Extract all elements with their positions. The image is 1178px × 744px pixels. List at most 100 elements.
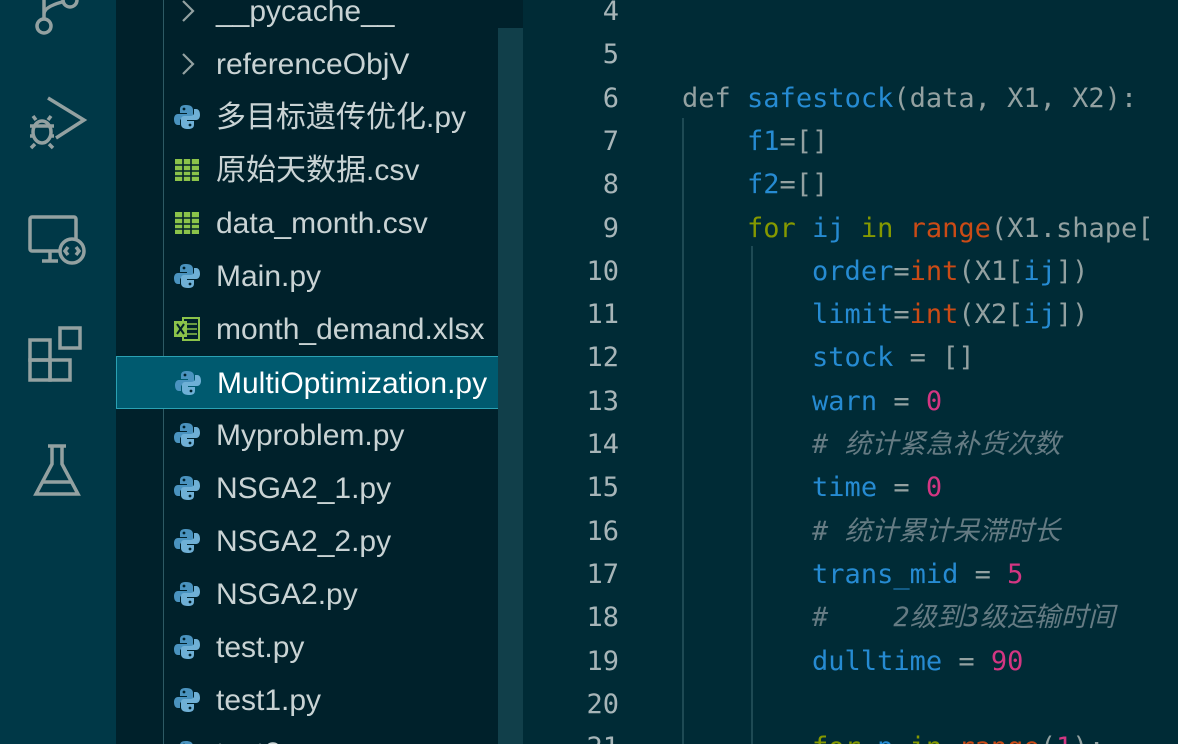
file-label: test.py <box>216 631 305 664</box>
file-label: test1.py <box>216 684 322 717</box>
explorer-scrollbar[interactable] <box>498 28 523 744</box>
folder-item[interactable]: referenceObjV <box>116 38 523 91</box>
file-item[interactable]: month_demand.xlsx <box>116 303 523 356</box>
python-icon <box>173 103 201 131</box>
code-line: 9 for ij in range(X1.shape[ <box>523 207 1178 250</box>
code-editor[interactable]: 4 5 6 def safestock(data, X1, X2): 7 f1=[] 8 … <box>523 0 1178 744</box>
python-icon <box>173 474 201 502</box>
code-line: 6 def safestock(data, X1, X2): <box>523 77 1178 120</box>
file-item[interactable]: NSGA2_2.py <box>116 515 523 568</box>
python-icon <box>173 686 201 714</box>
file-item[interactable]: test1.py <box>116 674 523 727</box>
line-number: 16 <box>586 515 619 547</box>
code-line: 10 order=int(X1[ij]) <box>523 250 1178 293</box>
code-line: 20 <box>523 683 1178 726</box>
file-label: 原始天数据.csv <box>216 154 420 187</box>
file-item[interactable]: 多目标遗传优化.py <box>116 91 523 144</box>
extensions-icon[interactable] <box>22 320 92 390</box>
csv-icon <box>173 209 201 237</box>
line-number: 15 <box>586 472 619 504</box>
code-text: # 统计紧急补货次数 <box>812 429 1061 460</box>
code-line: 12 stock = [] <box>523 336 1178 379</box>
line-number: 17 <box>586 558 619 590</box>
file-label: referenceObjV <box>216 48 410 81</box>
code-text: stock = [] <box>812 342 975 374</box>
code-line: 17 trans_mid = 5 <box>523 553 1178 596</box>
chevron-right-icon <box>178 50 198 78</box>
file-label: test2.py <box>216 736 321 744</box>
code-text: f1=[] <box>747 125 829 157</box>
code-text: # 统计累计呆滞时长 <box>812 515 1061 547</box>
code-line: 18 # 2级到3级运输时间 <box>523 596 1178 639</box>
file-item[interactable]: test2.py <box>116 727 523 744</box>
code-line: 19 dulltime = 90 <box>523 640 1178 683</box>
remote-explorer-icon[interactable] <box>22 205 92 275</box>
activity-bar <box>0 0 116 744</box>
code-text: for ij in range(X1.shape[ <box>747 212 1154 244</box>
code-text: dulltime = 90 <box>812 645 1024 677</box>
line-number: 20 <box>586 688 619 720</box>
python-icon <box>174 369 202 397</box>
line-number: 4 <box>602 0 619 27</box>
code-text: def safestock(data, X1, X2): <box>682 82 1138 114</box>
line-number: 12 <box>586 342 619 374</box>
file-label: MultiOptimization.py <box>217 367 488 400</box>
file-label: NSGA2.py <box>216 578 358 611</box>
file-label: NSGA2_1.py <box>216 472 392 505</box>
chevron-right-icon <box>178 0 198 25</box>
code-text: limit=int(X2[ij]) <box>812 299 1089 331</box>
line-number: 19 <box>586 645 619 677</box>
file-item[interactable]: NSGA2.py <box>116 568 523 621</box>
python-icon <box>173 580 201 608</box>
code-line: 4 <box>523 0 1178 33</box>
excel-icon <box>173 315 201 343</box>
file-item[interactable]: NSGA2_1.py <box>116 462 523 515</box>
code-line: 15 time = 0 <box>523 466 1178 509</box>
python-icon <box>173 633 201 661</box>
code-text: for p in range(1): <box>682 726 1105 744</box>
code-text: time = 0 <box>812 472 943 504</box>
file-label: data_month.csv <box>216 207 428 240</box>
source-control-icon[interactable] <box>22 0 92 48</box>
testing-icon[interactable] <box>22 436 92 506</box>
code-line: 16 # 统计累计呆滞时长 <box>523 510 1178 553</box>
file-item[interactable]: test.py <box>116 621 523 674</box>
python-icon <box>173 527 201 555</box>
line-number: 11 <box>586 299 619 331</box>
file-label: NSGA2_2.py <box>216 525 392 558</box>
code-line: 11 limit=int(X2[ij]) <box>523 293 1178 336</box>
file-item[interactable]: 原始天数据.csv <box>116 144 523 197</box>
file-label: 多目标遗传优化.py <box>216 101 467 134</box>
code-line: 13 warn = 0 <box>523 380 1178 423</box>
file-label: Myproblem.py <box>216 419 405 452</box>
code-line: 7 f1=[] <box>523 120 1178 163</box>
line-number: 14 <box>586 429 619 460</box>
file-item[interactable]: MultiOptimization.py <box>116 356 523 409</box>
line-number: 18 <box>586 602 619 634</box>
code-text: warn = 0 <box>812 385 943 417</box>
file-item[interactable]: Myproblem.py <box>116 409 523 462</box>
run-debug-icon[interactable] <box>22 86 92 156</box>
file-item[interactable]: Main.py <box>116 250 523 303</box>
file-explorer: __pycache__ referenceObjV 多目标遗传优化.py 原始天数据.… <box>116 0 523 744</box>
code-text: # 2级到3级运输时间 <box>812 602 1115 634</box>
python-icon <box>173 262 201 290</box>
code-line: 8 f2=[] <box>523 163 1178 206</box>
code-line: 21 for p in range(1): <box>523 726 1178 744</box>
csv-icon <box>173 156 201 184</box>
code-text: trans_mid = 5 <box>812 558 1024 590</box>
code-text: order=int(X1[ij]) <box>812 255 1089 287</box>
folder-item[interactable]: __pycache__ <box>116 0 523 38</box>
line-number: 5 <box>602 39 619 71</box>
line-number: 6 <box>602 82 619 114</box>
code-line: 14 # 统计紧急补货次数 <box>523 423 1178 466</box>
line-number: 21 <box>523 726 619 744</box>
line-number: 8 <box>602 169 619 201</box>
file-item[interactable]: data_month.csv <box>116 197 523 250</box>
file-label: Main.py <box>216 260 322 293</box>
line-number: 10 <box>586 255 619 287</box>
line-number: 9 <box>602 212 619 244</box>
line-number: 7 <box>602 125 619 157</box>
file-label: __pycache__ <box>216 0 395 28</box>
line-number: 13 <box>586 385 619 417</box>
